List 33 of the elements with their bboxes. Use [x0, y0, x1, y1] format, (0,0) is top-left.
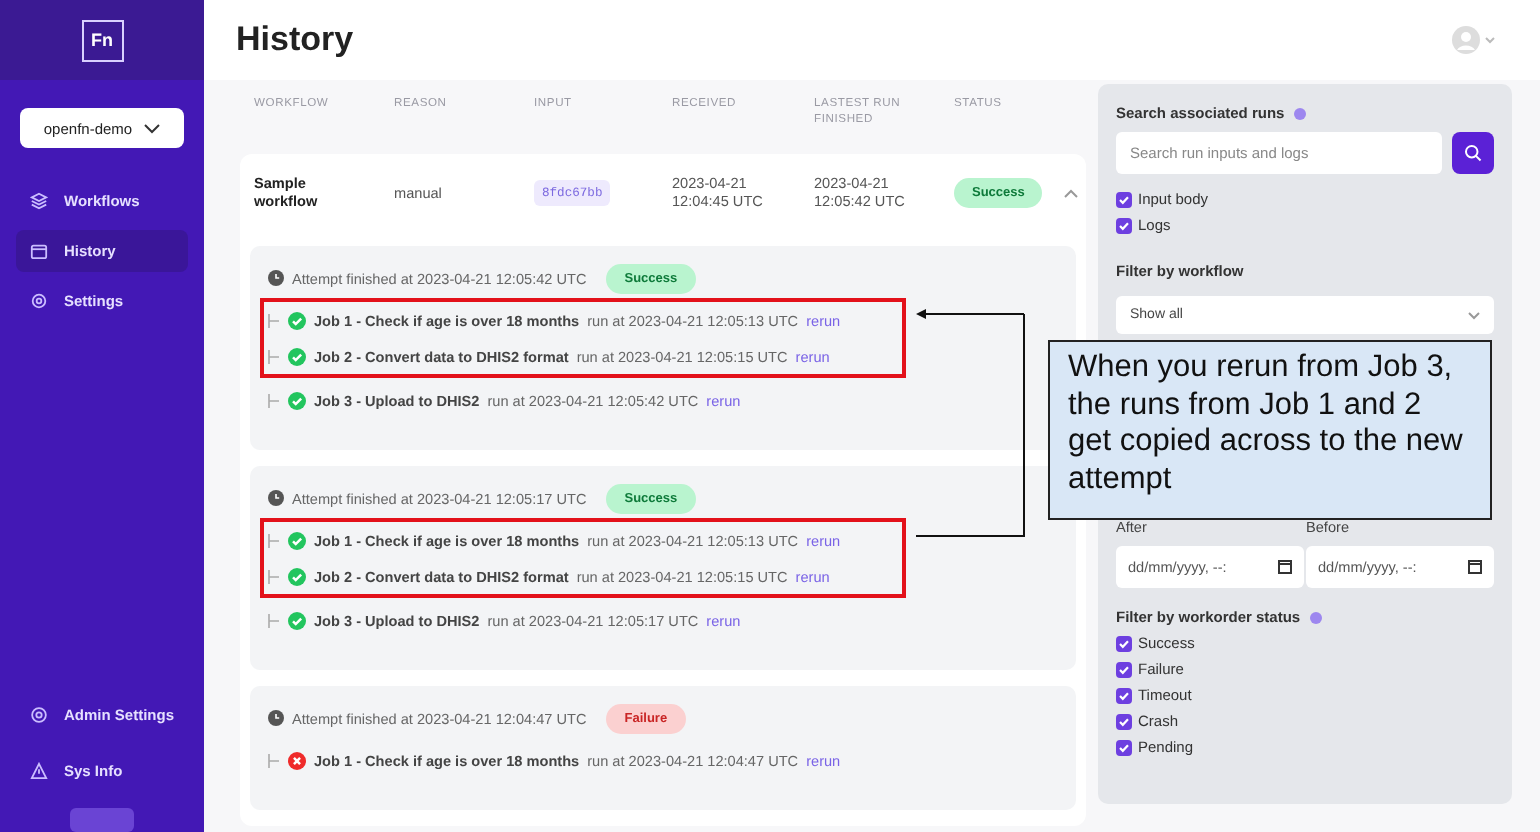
- clock-icon: [268, 490, 284, 506]
- clock-icon: [268, 270, 284, 286]
- checkbox[interactable]: [1116, 739, 1132, 755]
- search-icon: [1464, 144, 1482, 162]
- callout-note: When you rerun from Job 3, the runs from Job 1 and 2 get copied across to the new attempt: [1048, 340, 1492, 520]
- checkbox[interactable]: [1116, 661, 1132, 677]
- tree-branch-icon: [268, 349, 280, 363]
- checkbox[interactable]: [1116, 713, 1132, 729]
- checkbox[interactable]: [1116, 217, 1132, 233]
- calendar-icon[interactable]: [1468, 560, 1482, 574]
- search-button[interactable]: [1452, 132, 1494, 174]
- tree-branch-icon: [268, 393, 280, 407]
- warning-icon: [30, 762, 48, 780]
- checkbox[interactable]: [1116, 191, 1132, 207]
- stack-icon: [30, 192, 48, 210]
- tree-branch-icon: [268, 533, 280, 547]
- checkbox[interactable]: [1116, 635, 1132, 651]
- tree-branch-icon: [268, 753, 280, 767]
- settings-icon: [30, 292, 48, 310]
- clock-icon: [268, 710, 284, 726]
- tree-branch-icon: [268, 313, 280, 327]
- tree-branch-icon: [268, 613, 280, 627]
- logo: Fn: [81, 19, 123, 61]
- calendar-icon[interactable]: [1278, 560, 1292, 574]
- checkbox[interactable]: [1116, 687, 1132, 703]
- chevron-down-icon: [1468, 311, 1480, 319]
- gear-icon: [30, 706, 48, 724]
- chevron-up-icon[interactable]: [1064, 187, 1078, 197]
- page-title: History: [236, 20, 354, 60]
- chevron-down-icon: [144, 123, 161, 133]
- tree-branch-icon: [268, 569, 280, 583]
- folder-icon: [30, 242, 48, 260]
- version-badge: [70, 808, 134, 832]
